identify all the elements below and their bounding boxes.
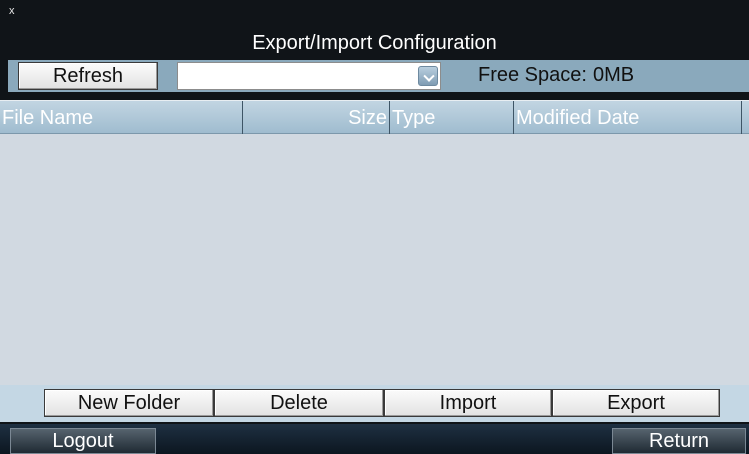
file-list[interactable]: File Name Size Type Modified Date xyxy=(0,100,749,385)
column-size[interactable]: Size xyxy=(243,101,390,134)
logout-button[interactable]: Logout xyxy=(10,428,156,454)
dialog-title: Export/Import Configuration xyxy=(252,32,497,54)
new-folder-button[interactable]: New Folder xyxy=(44,389,214,417)
column-file-name[interactable]: File Name xyxy=(0,101,243,134)
taskbar: Logout Return xyxy=(0,424,749,454)
free-space-info: Free Space: 0MB xyxy=(478,63,634,87)
export-import-dialog: x Export/Import Configuration Refresh Fr… xyxy=(0,0,749,424)
column-type[interactable]: Type xyxy=(390,101,514,134)
free-space-value: 0MB xyxy=(592,64,635,86)
title-bar: x Export/Import Configuration xyxy=(0,0,749,60)
column-modified-date[interactable]: Modified Date xyxy=(514,101,742,134)
device-select[interactable] xyxy=(177,62,441,90)
delete-button[interactable]: Delete xyxy=(214,389,384,417)
return-button[interactable]: Return xyxy=(612,428,746,454)
file-list-header: File Name Size Type Modified Date xyxy=(0,100,749,134)
export-button[interactable]: Export xyxy=(552,389,720,417)
refresh-button[interactable]: Refresh xyxy=(18,62,158,90)
import-button[interactable]: Import xyxy=(384,389,552,417)
free-space-label: Free Space: xyxy=(478,64,587,86)
chevron-down-icon[interactable] xyxy=(418,66,438,86)
close-icon[interactable]: x xyxy=(9,6,15,17)
